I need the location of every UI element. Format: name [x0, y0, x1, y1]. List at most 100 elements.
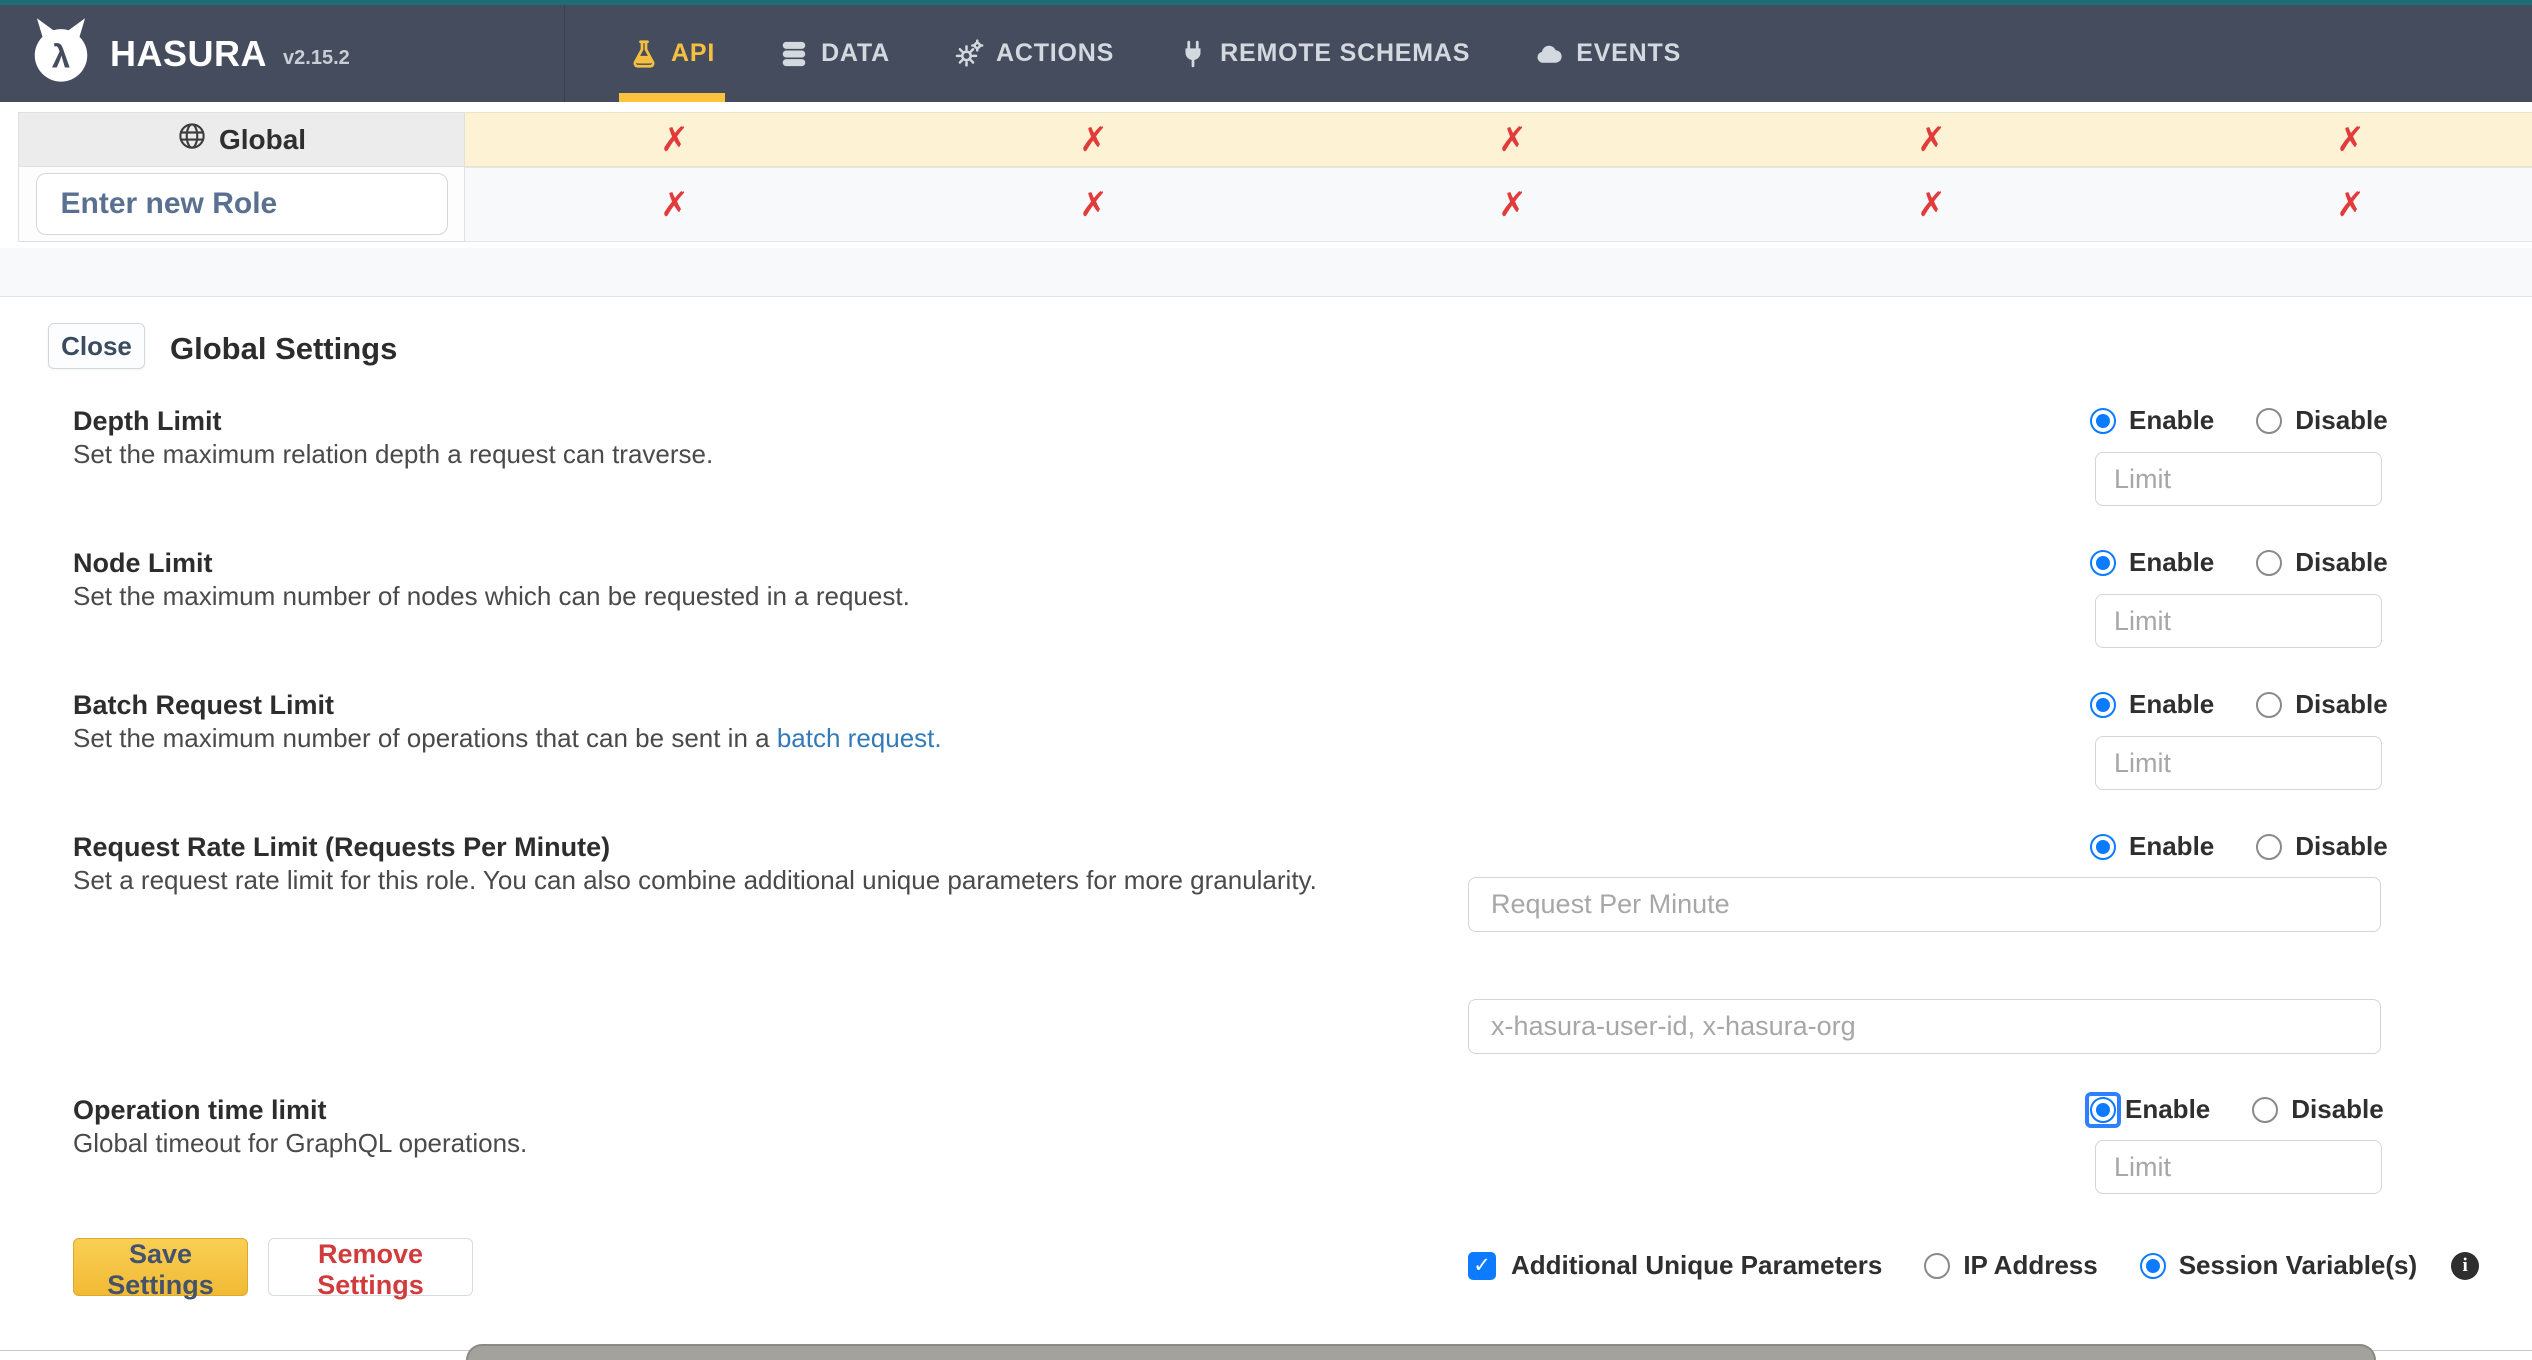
additional-unique-parameters-label[interactable]: Additional Unique Parameters: [1511, 1250, 1882, 1281]
tab-events[interactable]: EVENTS: [1502, 5, 1713, 102]
rate-enable-radio[interactable]: [2090, 833, 2116, 860]
session-variables-label[interactable]: Session Variable(s): [2179, 1250, 2417, 1281]
additional-unique-parameters-checkbox[interactable]: ✓: [1468, 1251, 1496, 1280]
depth-enable-label[interactable]: Enable: [2129, 405, 2214, 436]
rate-enable-label[interactable]: Enable: [2129, 831, 2214, 862]
tab-data[interactable]: DATA: [747, 5, 922, 102]
operation-time-limit-input[interactable]: [2095, 1140, 2382, 1194]
depth-disable-label[interactable]: Disable: [2295, 405, 2388, 436]
cross-icon: ✗: [1079, 185, 1108, 224]
cross-icon: ✗: [1498, 120, 1527, 159]
operation-disable-radio[interactable]: [2252, 1096, 2279, 1123]
version-label: v2.15.2: [283, 47, 350, 69]
cross-icon: ✗: [660, 120, 689, 159]
depth-limit-description: Set the maximum relation depth a request…: [73, 439, 714, 469]
depth-limit-input[interactable]: [2095, 452, 2382, 506]
database-icon: [779, 39, 809, 69]
main-nav: API DATA ACTIONS REMOTE SCHEMAS EVENTS: [597, 5, 1713, 102]
ip-address-radio[interactable]: [1924, 1252, 1951, 1279]
flask-icon: [629, 39, 659, 69]
new-role-cell: [18, 167, 465, 242]
additional-unique-parameters-row: ✓ Additional Unique Parameters IP Addres…: [1468, 1250, 2480, 1281]
depth-limit-title: Depth Limit: [73, 406, 222, 436]
roles-permission-table: Global ✗ ✗ ✗ ✗ ✗ ✗ ✗ ✗ ✗ ✗: [0, 102, 2532, 248]
batch-enable-label[interactable]: Enable: [2129, 689, 2214, 720]
tab-actions-label: ACTIONS: [996, 39, 1115, 67]
unique-parameters-input[interactable]: [1468, 999, 2381, 1054]
cloud-icon: [1534, 39, 1564, 69]
new-role-input[interactable]: [35, 173, 448, 235]
brand-area: λ HASURA v2.15.2: [0, 5, 565, 102]
node-enable-label[interactable]: Enable: [2129, 547, 2214, 578]
cross-icon: ✗: [660, 185, 689, 224]
cross-icon: ✗: [1498, 185, 1527, 224]
gears-icon: [954, 38, 984, 69]
save-settings-button[interactable]: Save Settings: [73, 1238, 248, 1300]
tab-api-label: API: [671, 39, 716, 67]
remove-settings-button[interactable]: Remove Settings: [268, 1238, 473, 1300]
rate-limit-title: Request Rate Limit (Requests Per Minute): [73, 832, 611, 862]
node-limit-input[interactable]: [2095, 594, 2382, 648]
cross-icon: ✗: [1917, 185, 1946, 224]
rate-limit-radio-group: Enable Disable: [2090, 831, 2388, 862]
batch-limit-input[interactable]: [2095, 736, 2382, 790]
ip-address-label[interactable]: IP Address: [1963, 1250, 2097, 1281]
tab-events-label: EVENTS: [1576, 39, 1682, 67]
depth-enable-radio[interactable]: [2090, 407, 2116, 434]
requests-per-minute-input[interactable]: [1468, 877, 2381, 932]
focused-radio-outline: [2085, 1091, 2121, 1128]
cross-icon: ✗: [1917, 120, 1946, 159]
batch-disable-radio[interactable]: [2256, 691, 2283, 718]
permission-cell[interactable]: ✗: [2141, 112, 2532, 167]
batch-limit-title: Batch Request Limit: [73, 690, 335, 720]
close-button[interactable]: Close: [48, 323, 145, 369]
operation-disable-label[interactable]: Disable: [2291, 1094, 2384, 1125]
hasura-logo-icon[interactable]: λ: [26, 16, 96, 91]
permission-cell[interactable]: ✗: [1303, 112, 1723, 167]
permission-cell[interactable]: ✗: [2141, 167, 2532, 242]
global-role-label: Global: [218, 123, 307, 155]
tab-actions[interactable]: ACTIONS: [922, 5, 1146, 102]
permission-cell[interactable]: ✗: [465, 112, 885, 167]
rate-limit-description: Set a request rate limit for this role. …: [73, 865, 1317, 895]
batch-limit-description-text: Set the maximum number of operations tha…: [73, 723, 777, 753]
permission-cell[interactable]: ✗: [1303, 167, 1723, 242]
rate-disable-radio[interactable]: [2256, 833, 2283, 860]
info-icon[interactable]: i: [2451, 1251, 2480, 1280]
permission-cell[interactable]: ✗: [884, 112, 1304, 167]
permission-cell[interactable]: ✗: [1722, 167, 2142, 242]
cross-icon: ✗: [2336, 185, 2365, 224]
panel-title: Global Settings: [170, 331, 398, 366]
hasura-console: λ HASURA v2.15.2 API DATA ACTIONS REMOTE…: [0, 0, 2532, 1360]
node-enable-radio[interactable]: [2090, 549, 2116, 576]
tab-remote-schemas-label: REMOTE SCHEMAS: [1220, 39, 1471, 67]
top-nav-bar: λ HASURA v2.15.2 API DATA ACTIONS REMOTE…: [0, 0, 2532, 102]
rate-disable-label[interactable]: Disable: [2295, 831, 2388, 862]
batch-disable-label[interactable]: Disable: [2295, 689, 2388, 720]
depth-disable-radio[interactable]: [2256, 407, 2283, 434]
session-variables-radio[interactable]: [2139, 1252, 2166, 1279]
node-disable-radio[interactable]: [2256, 549, 2283, 576]
batch-request-link[interactable]: batch request.: [777, 723, 942, 753]
svg-text:λ: λ: [52, 37, 70, 74]
operation-enable-label[interactable]: Enable: [2125, 1094, 2210, 1125]
globe-icon: [177, 121, 207, 158]
batch-limit-radio-group: Enable Disable: [2090, 689, 2388, 720]
plug-icon: [1178, 39, 1208, 69]
tab-api[interactable]: API: [597, 5, 747, 102]
permission-cell[interactable]: ✗: [1722, 112, 2142, 167]
operation-time-limit-radio-group: Enable Disable: [2085, 1091, 2384, 1128]
global-settings-panel: Close Global Settings Depth Limit Set th…: [0, 296, 2532, 1360]
permission-cell[interactable]: ✗: [465, 167, 885, 242]
brand-title: HASURA: [110, 32, 268, 74]
operation-enable-radio[interactable]: [2090, 1096, 2116, 1123]
node-disable-label[interactable]: Disable: [2295, 547, 2388, 578]
operation-time-limit-title: Operation time limit: [73, 1095, 327, 1125]
tab-remote-schemas[interactable]: REMOTE SCHEMAS: [1146, 5, 1502, 102]
global-role-cell[interactable]: Global: [18, 112, 465, 167]
permission-cell[interactable]: ✗: [884, 167, 1304, 242]
depth-limit-radio-group: Enable Disable: [2090, 405, 2388, 436]
cross-icon: ✗: [1079, 120, 1108, 159]
batch-limit-description: Set the maximum number of operations tha…: [73, 723, 942, 754]
batch-enable-radio[interactable]: [2090, 691, 2116, 718]
